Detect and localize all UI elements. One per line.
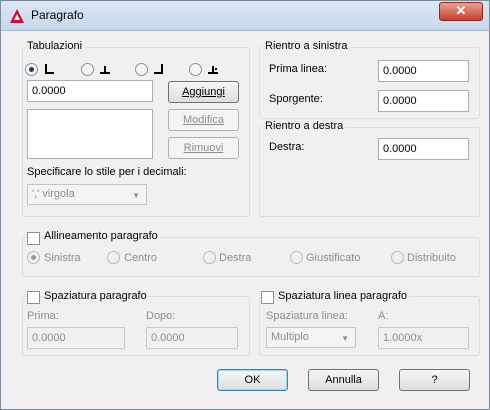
first-line-input[interactable]: 0.0000 bbox=[378, 60, 469, 82]
first-line-label: Prima linea: bbox=[269, 63, 328, 75]
spacing-after-input[interactable]: 0.0000 bbox=[146, 327, 238, 349]
left-indent-title: Rientro a sinistra bbox=[263, 40, 350, 52]
spacing-title: Spaziatura paragrafo bbox=[42, 290, 149, 302]
align-distribute-radio[interactable] bbox=[391, 251, 404, 264]
alignment-title: Allineamento paragrafo bbox=[42, 230, 160, 242]
spacing-before-label: Prima: bbox=[27, 310, 59, 322]
line-spacing-type-value: Multiplo bbox=[271, 331, 309, 343]
decimal-style-label: Specificare lo stile per i decimali: bbox=[27, 166, 187, 178]
tab-center-radio[interactable] bbox=[81, 63, 94, 76]
remove-tab-button[interactable]: Rimuovi bbox=[168, 137, 239, 159]
spacing-checkbox[interactable] bbox=[27, 291, 40, 304]
align-right-radio[interactable] bbox=[203, 251, 216, 264]
ok-button[interactable]: OK bbox=[217, 369, 288, 391]
line-spacing-checkbox[interactable] bbox=[261, 291, 274, 304]
line-spacing-title: Spaziatura linea paragrafo bbox=[276, 290, 410, 302]
tabs-group-title: Tabulazioni bbox=[25, 40, 85, 52]
add-tab-button-label: Aggiungi bbox=[182, 86, 225, 98]
tab-right-radio[interactable] bbox=[135, 63, 148, 76]
spacing-after-label: Dopo: bbox=[146, 310, 176, 322]
remove-tab-button-label: Rimuovi bbox=[183, 142, 224, 154]
help-button[interactable]: ? bbox=[399, 369, 470, 391]
align-justify-radio[interactable] bbox=[290, 251, 303, 264]
decimal-tab-icon bbox=[208, 66, 218, 74]
align-distribute-label: Distribuito bbox=[407, 252, 456, 264]
line-spacing-type-label: Spaziatura linea: bbox=[266, 310, 348, 322]
right-tab-icon bbox=[154, 64, 163, 74]
tab-stops-list[interactable] bbox=[27, 109, 153, 159]
right-indent-label: Destra: bbox=[269, 141, 305, 153]
align-left-radio[interactable] bbox=[27, 251, 40, 264]
tab-position-input[interactable]: 0.0000 bbox=[27, 80, 153, 102]
line-spacing-type-select[interactable]: Multiplo ▼ bbox=[266, 327, 356, 348]
decimal-style-select[interactable]: ',' virgola ▼ bbox=[27, 184, 147, 205]
add-tab-button[interactable]: Aggiungi bbox=[168, 81, 239, 103]
hanging-input[interactable]: 0.0000 bbox=[378, 90, 469, 112]
align-center-label: Centro bbox=[124, 252, 158, 264]
decimal-style-value: ',' virgola bbox=[32, 188, 75, 200]
chevron-down-icon: ▼ bbox=[341, 334, 349, 343]
tab-decimal-radio[interactable] bbox=[189, 63, 202, 76]
modify-tab-button-label: Modifica bbox=[183, 114, 224, 126]
cancel-button[interactable]: Annulla bbox=[308, 369, 379, 391]
close-button[interactable]: ✕ bbox=[439, 2, 483, 21]
right-indent-title: Rientro a destra bbox=[263, 120, 346, 132]
line-spacing-at-input[interactable]: 1.0000x bbox=[378, 327, 469, 349]
alignment-checkbox[interactable] bbox=[27, 232, 40, 245]
align-justify-label: Giustificato bbox=[306, 252, 361, 264]
left-tab-icon bbox=[45, 64, 54, 74]
chevron-down-icon: ▼ bbox=[132, 191, 140, 200]
center-tab-icon bbox=[100, 66, 110, 74]
right-indent-input[interactable]: 0.0000 bbox=[378, 138, 469, 160]
window-title: Paragrafo bbox=[31, 8, 84, 22]
tab-left-radio[interactable] bbox=[25, 63, 38, 76]
align-right-label: Destra bbox=[219, 252, 252, 264]
line-spacing-at-label: A: bbox=[378, 310, 389, 322]
spacing-before-input[interactable]: 0.0000 bbox=[27, 327, 125, 349]
title-bar[interactable]: Paragrafo ✕ bbox=[1, 1, 489, 31]
paragraph-dialog: Paragrafo ✕ Tabulazioni 0.0000 Aggiungi … bbox=[0, 0, 490, 410]
autocad-logo-icon bbox=[10, 9, 24, 23]
align-left-label: Sinistra bbox=[44, 252, 81, 264]
align-center-radio[interactable] bbox=[107, 251, 120, 264]
modify-tab-button[interactable]: Modifica bbox=[168, 109, 239, 131]
hanging-label: Sporgente: bbox=[269, 93, 323, 105]
